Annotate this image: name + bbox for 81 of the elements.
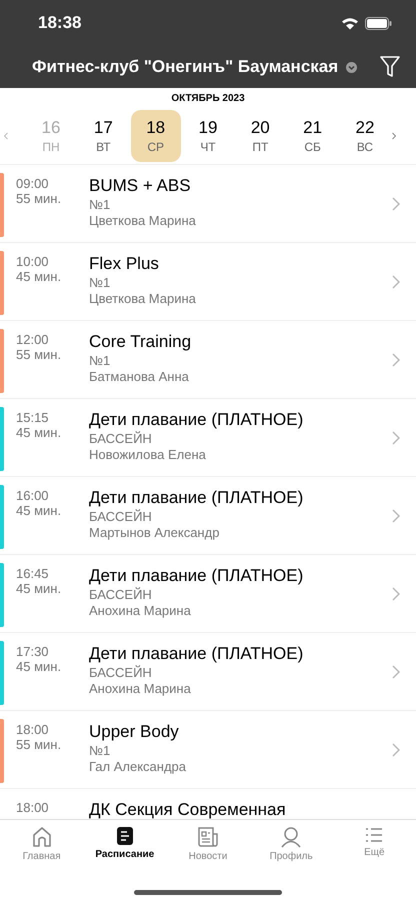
class-duration: 45 мин. (16, 425, 62, 440)
class-duration: 55 мин. (16, 347, 62, 362)
class-row[interactable]: 17:30 45 мин. Дети плавание (ПЛАТНОЕ) БАССЕЙН Анохина Марина (0, 633, 416, 711)
class-duration: 55 мин. (16, 737, 62, 752)
chevron-icon (392, 664, 400, 678)
class-title: Дети плавание (ПЛАТНОЕ) (89, 409, 304, 431)
class-row[interactable]: 16:00 45 мин. Дети плавание (ПЛАТНОЕ) БАССЕЙН Мартынов Александр (0, 477, 416, 555)
class-title: Дети плавание (ПЛАТНОЕ) (89, 643, 304, 665)
trainer-name: Гал Александра (89, 759, 188, 775)
home-icon (32, 826, 52, 848)
day-button[interactable]: 18 СР (130, 110, 181, 162)
class-duration: 45 мин. (16, 269, 62, 284)
class-row[interactable]: 10:00 45 мин. Flex Plus №1 Цветкова Марина (0, 243, 416, 321)
class-room: БАССЕЙН (89, 665, 153, 681)
class-time: 18:00 (16, 722, 50, 737)
chevron-icon (392, 742, 400, 756)
class-room: БАССЕЙН (89, 509, 153, 525)
class-time: 15:15 (16, 410, 50, 425)
newspaper-icon (196, 826, 219, 848)
class-room: №1 (89, 743, 112, 759)
class-title: Дети плавание (ПЛАТНОЕ) (89, 565, 304, 587)
class-room: №1 (89, 275, 112, 291)
class-duration: 55 мин. (16, 191, 62, 206)
class-title: BUMS + ABS (89, 175, 192, 197)
club-title[interactable]: Фитнес-клуб "Онегинъ" Бауманская (32, 57, 338, 77)
class-room: №1 (89, 353, 112, 369)
tab-button[interactable]: Расписание (86, 826, 163, 878)
tab-button[interactable]: Профиль (253, 826, 330, 878)
class-duration: 45 мин. (16, 659, 62, 674)
trainer-name: Новожилова Елена (89, 447, 207, 463)
class-time: 17:30 (16, 644, 50, 659)
chevron-icon (392, 352, 400, 366)
class-duration: 45 мин. (16, 581, 62, 596)
trainer-name: Батманова Анна (89, 369, 190, 385)
dropdown-icon[interactable] (346, 62, 358, 72)
class-time: 12:00 (16, 332, 50, 347)
filter-icon[interactable] (380, 56, 400, 78)
class-room: БАССЕЙН (89, 587, 153, 603)
day-button[interactable]: 17 ВТ (78, 110, 128, 162)
class-title: Дети плавание (ПЛАТНОЕ) (89, 487, 304, 509)
day-button[interactable]: 19 ЧТ (182, 110, 233, 162)
class-time: 16:00 (16, 488, 50, 503)
class-time: 09:00 (16, 176, 50, 191)
month-label: ОКТЯБРЬ 2023 (170, 92, 246, 106)
class-row[interactable]: 09:00 55 мин. BUMS + ABS №1 Цветкова Марина (0, 165, 416, 243)
class-time: 16:45 (16, 566, 50, 581)
chevron-icon (392, 586, 400, 600)
class-row[interactable]: 15:15 45 мин. Дети плавание (ПЛАТНОЕ) БАССЕЙН Новожилова Елена (0, 399, 416, 477)
status-time: 18:38 (38, 13, 82, 33)
trainer-name: Цветкова Марина (89, 291, 197, 307)
tab-button[interactable]: Новости (170, 826, 246, 878)
trainer-name: Цветкова Марина (89, 213, 197, 229)
day-button[interactable]: 22 ВС (340, 110, 390, 162)
class-time: 10:00 (16, 254, 50, 269)
trainer-name: Мартынов Александр (89, 525, 220, 541)
class-title: Core Training (89, 331, 192, 353)
battery-icon (365, 16, 392, 30)
class-duration: 45 мин. (16, 503, 62, 518)
tab-button[interactable]: Ещё (336, 826, 412, 878)
trainer-name: Анохина Марина (89, 603, 192, 619)
class-room: БАССЕЙН (89, 431, 153, 447)
tab-button[interactable]: Главная (4, 826, 80, 878)
chevron-icon (392, 274, 400, 288)
class-row[interactable]: 12:00 55 мин. Core Training №1 Батманова Анна (0, 321, 416, 399)
day-button[interactable]: 20 ПТ (235, 110, 286, 162)
class-room: №1 (89, 197, 112, 213)
chevron-icon (392, 196, 400, 210)
chevron-icon (392, 508, 400, 522)
chevron-icon (392, 430, 400, 444)
wifi-icon (341, 16, 359, 30)
day-button[interactable]: 21 СБ (288, 110, 338, 162)
list-icon (365, 826, 384, 844)
class-title: Flex Plus (89, 253, 160, 275)
trainer-name: Анохина Марина (89, 681, 192, 697)
class-row[interactable]: 16:45 45 мин. Дети плавание (ПЛАТНОЕ) БАССЕЙН Анохина Марина (0, 555, 416, 633)
class-row[interactable]: 18:00 55 мин. Upper Body №1 Гал Александра (0, 711, 416, 789)
class-time: 18:00 (16, 800, 50, 815)
class-title: ДК Секция Современная (89, 799, 287, 819)
document-icon (116, 826, 134, 846)
person-icon (280, 826, 302, 848)
class-title: Upper Body (89, 721, 180, 743)
